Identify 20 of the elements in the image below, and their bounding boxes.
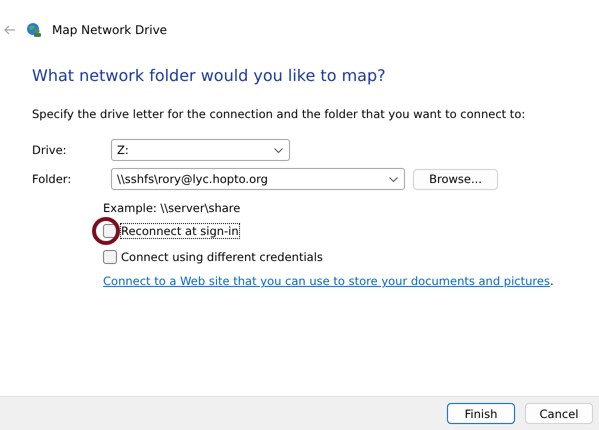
checkbox[interactable] (103, 250, 117, 264)
folder-combo-box[interactable]: \\sshfs\rory@lyc.hopto.org (111, 168, 405, 190)
example-text: Example: \\server\share (103, 201, 242, 215)
chevron-down-icon (389, 176, 398, 182)
web-site-link[interactable]: Connect to a Web site that you can use to store your documents and pictures (103, 274, 550, 288)
network-drive-icon (26, 22, 42, 38)
checkbox-label[interactable]: Connect using different credentials (121, 250, 323, 264)
checkbox-label[interactable]: Reconnect at sign-in (121, 224, 239, 238)
finish-button[interactable]: Finish (447, 403, 515, 424)
window-title: Map Network Drive (52, 23, 168, 37)
drive-label: Drive: (32, 143, 68, 157)
back-arrow-icon[interactable] (4, 25, 16, 35)
chevron-down-icon (274, 148, 283, 152)
cancel-button[interactable]: Cancel (525, 403, 593, 424)
instructions-text: Specify the drive letter for the connection and the folder that you want to connect to: (32, 107, 526, 121)
browse-button[interactable]: Browse... (413, 168, 498, 190)
drive-dropdown[interactable]: Z: (111, 139, 290, 161)
period-text: . (550, 274, 554, 288)
folder-label: Folder: (32, 172, 72, 186)
page-heading: What network folder would you like to map? (32, 66, 387, 85)
